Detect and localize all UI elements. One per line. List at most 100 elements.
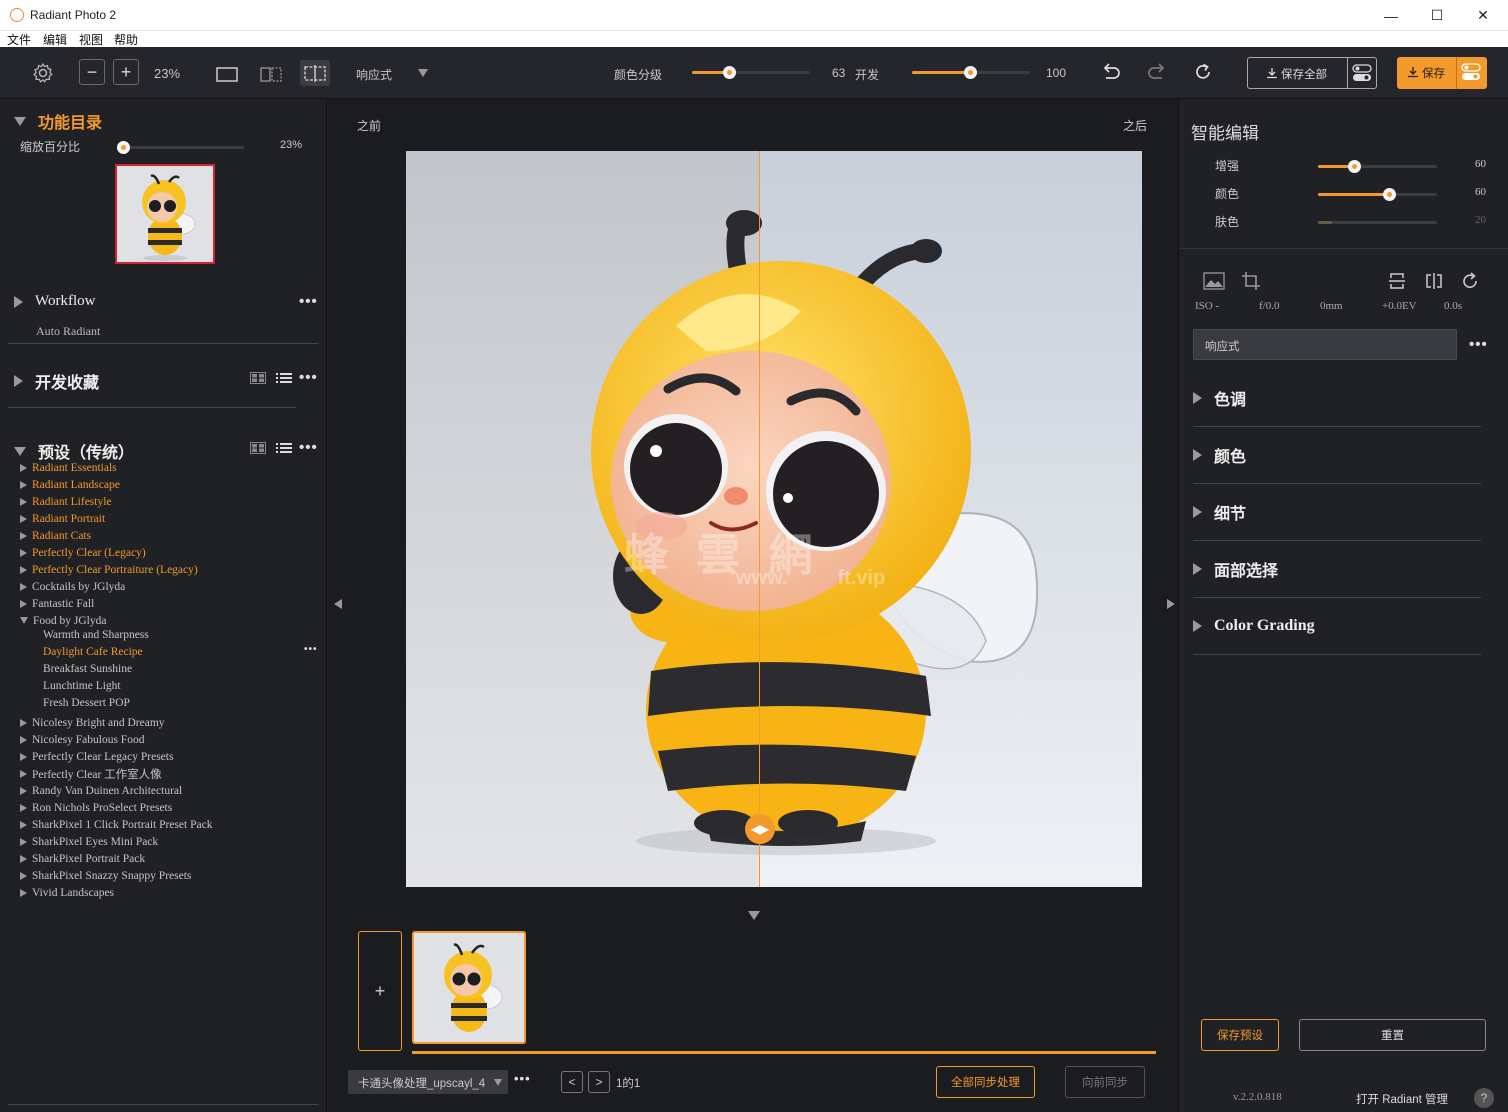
favorites-header[interactable]: 开发收藏: [14, 369, 99, 393]
menu-view[interactable]: 视图: [79, 31, 103, 48]
redo-icon[interactable]: [1146, 62, 1168, 82]
smart-slider-knob[interactable]: [1347, 160, 1361, 173]
preset-item[interactable]: Breakfast Sunshine: [43, 663, 132, 680]
preset-item[interactable]: Lunchtime Light: [43, 680, 121, 697]
favorites-list-icon[interactable]: [276, 372, 292, 384]
preset-category[interactable]: Radiant Cats: [20, 527, 91, 544]
single-view-icon[interactable]: [215, 65, 239, 83]
adjustment-section[interactable]: 色调: [1193, 370, 1481, 427]
adjustment-section[interactable]: 颜色: [1193, 427, 1481, 484]
save-preset-button[interactable]: 保存预设: [1201, 1019, 1279, 1051]
preset-category[interactable]: Ron Nichols ProSelect Presets: [20, 799, 172, 816]
menu-file[interactable]: 文件: [7, 31, 31, 48]
preset-category[interactable]: Radiant Landscape: [20, 476, 120, 493]
color-grade-slider[interactable]: [692, 66, 810, 79]
file-more-button[interactable]: •••: [514, 1071, 531, 1086]
preset-select-more-button[interactable]: •••: [1469, 336, 1488, 353]
split-handle-icon[interactable]: ◀▶: [745, 814, 775, 844]
preset-item-more-button[interactable]: •••: [304, 644, 318, 655]
preset-category[interactable]: Radiant Lifestyle: [20, 493, 112, 510]
settings-gear-icon[interactable]: [32, 62, 54, 84]
filmstrip-thumbnail[interactable]: [412, 931, 526, 1044]
presets-more-button[interactable]: •••: [299, 439, 318, 456]
prev-image-button[interactable]: <: [561, 1071, 583, 1093]
split-view-button[interactable]: [300, 60, 330, 86]
rotate-icon[interactable]: [1461, 272, 1479, 290]
preset-category[interactable]: SharkPixel Eyes Mini Pack: [20, 833, 158, 850]
catalog-header[interactable]: 功能目录: [14, 109, 102, 133]
collapse-filmstrip-icon[interactable]: [748, 911, 760, 920]
workflow-header[interactable]: Workflow: [14, 293, 95, 310]
sync-forward-button[interactable]: 向前同步: [1065, 1066, 1145, 1098]
mode-select[interactable]: 响应式: [356, 66, 392, 83]
preset-category[interactable]: SharkPixel 1 Click Portrait Preset Pack: [20, 816, 212, 833]
preset-category[interactable]: Food by JGlyda: [20, 612, 106, 629]
save-options-toggle-icon[interactable]: [1460, 61, 1482, 83]
adjustment-section[interactable]: 面部选择: [1193, 541, 1481, 598]
save-all-button[interactable]: 保存全部: [1247, 57, 1377, 89]
collapse-left-panel-icon[interactable]: [334, 599, 342, 609]
preset-category[interactable]: Fantastic Fall: [20, 595, 94, 612]
preset-item[interactable]: Fresh Dessert POP: [43, 697, 130, 714]
smart-slider[interactable]: [1318, 221, 1437, 224]
workflow-more-button[interactable]: •••: [299, 293, 318, 310]
preset-select[interactable]: 响应式: [1193, 329, 1457, 360]
sync-all-button[interactable]: 全部同步处理: [936, 1066, 1035, 1098]
save-all-options-toggle-icon[interactable]: [1351, 62, 1373, 84]
preset-category[interactable]: Randy Van Duinen Architectural: [20, 782, 182, 799]
help-icon[interactable]: ?: [1474, 1088, 1494, 1108]
save-button[interactable]: 保存: [1397, 57, 1487, 89]
file-select[interactable]: 卡通头像处理_upscayl_4: [348, 1070, 508, 1094]
open-manager-link[interactable]: 打开 Radiant 管理: [1356, 1091, 1448, 1107]
preset-category[interactable]: Cocktails by JGlyda: [20, 578, 125, 595]
flip-vertical-icon[interactable]: [1388, 272, 1406, 290]
maximize-button[interactable]: ☐: [1414, 0, 1460, 31]
preset-category[interactable]: Perfectly Clear Portraiture (Legacy): [20, 561, 198, 578]
favorites-grid-icon[interactable]: [250, 372, 266, 384]
zoom-percent-slider-knob[interactable]: [117, 141, 130, 154]
close-button[interactable]: ✕: [1460, 0, 1506, 31]
adjustment-section[interactable]: 细节: [1193, 484, 1481, 541]
collapse-right-panel-icon[interactable]: [1167, 599, 1175, 609]
image-info-icon[interactable]: [1203, 272, 1225, 290]
color-grade-slider-knob[interactable]: [722, 66, 736, 79]
preset-category[interactable]: SharkPixel Portrait Pack: [20, 850, 145, 867]
crop-icon[interactable]: [1241, 271, 1261, 291]
preset-category[interactable]: Perfectly Clear 工作室人像: [20, 765, 162, 782]
smart-slider[interactable]: [1318, 188, 1437, 201]
preset-category[interactable]: Radiant Essentials: [20, 459, 117, 476]
zoom-percent-slider[interactable]: [117, 141, 244, 154]
undo-icon[interactable]: [1100, 62, 1122, 82]
flip-horizontal-icon[interactable]: [1425, 272, 1443, 290]
mode-dropdown-chevron-icon[interactable]: [418, 69, 428, 77]
presets-list-icon[interactable]: [276, 442, 292, 454]
preset-category[interactable]: Nicolesy Bright and Dreamy: [20, 714, 165, 731]
smart-slider[interactable]: [1318, 160, 1437, 173]
preset-category[interactable]: Vivid Landscapes: [20, 884, 114, 901]
next-image-button[interactable]: >: [588, 1071, 610, 1093]
photo-canvas[interactable]: ◀▶ 蜂 雲 網 www. ft.vip: [406, 151, 1142, 887]
menu-edit[interactable]: 编辑: [43, 31, 67, 48]
smart-slider-knob[interactable]: [1383, 188, 1397, 201]
preset-item[interactable]: Daylight Cafe Recipe: [43, 646, 143, 663]
navigator-thumbnail[interactable]: [115, 164, 215, 264]
reset-rotate-icon[interactable]: [1192, 61, 1214, 83]
add-image-button[interactable]: +: [358, 931, 402, 1051]
zoom-out-button[interactable]: −: [79, 59, 105, 85]
favorites-more-button[interactable]: •••: [299, 369, 318, 386]
preset-category[interactable]: Perfectly Clear (Legacy): [20, 544, 146, 561]
preset-category[interactable]: Perfectly Clear Legacy Presets: [20, 748, 173, 765]
develop-slider-knob[interactable]: [963, 66, 977, 79]
preset-category[interactable]: Radiant Portrait: [20, 510, 105, 527]
preset-category[interactable]: Nicolesy Fabulous Food: [20, 731, 144, 748]
presets-grid-icon[interactable]: [250, 442, 266, 454]
preset-item[interactable]: Warmth and Sharpness: [43, 629, 149, 646]
menu-help[interactable]: 帮助: [114, 31, 138, 48]
reset-button[interactable]: 重置: [1299, 1019, 1486, 1051]
minimize-button[interactable]: —: [1368, 0, 1414, 31]
develop-slider[interactable]: [912, 66, 1030, 79]
preset-category[interactable]: SharkPixel Snazzy Snappy Presets: [20, 867, 191, 884]
side-by-side-view-icon[interactable]: [259, 65, 283, 83]
zoom-in-button[interactable]: +: [113, 59, 139, 85]
adjustment-section[interactable]: Color Grading: [1193, 598, 1481, 655]
